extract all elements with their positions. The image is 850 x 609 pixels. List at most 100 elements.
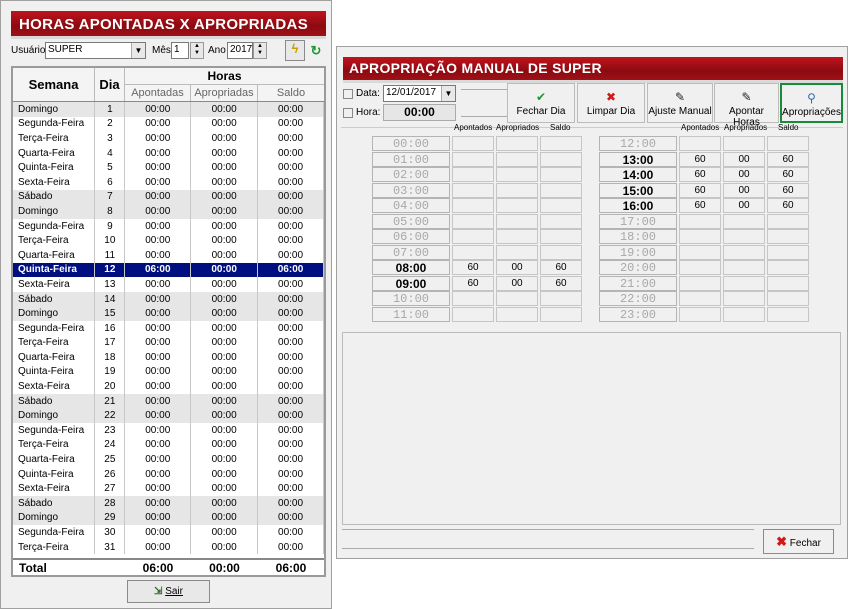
table-row[interactable]: Quinta-Feira 5 00:00 00:00 00:00 bbox=[13, 160, 324, 175]
day-apropriadas: 00:00 bbox=[190, 160, 259, 175]
table-row[interactable]: Quarta-Feira 25 00:00 00:00 00:00 bbox=[13, 452, 324, 467]
radio-hora[interactable] bbox=[343, 108, 353, 118]
table-row[interactable]: Domingo 1 00:00 00:00 00:00 bbox=[13, 102, 324, 117]
details-panel bbox=[342, 332, 841, 525]
table-row[interactable]: Segunda-Feira 30 00:00 00:00 00:00 bbox=[13, 525, 324, 540]
toolbar-label: Fechar Dia bbox=[516, 106, 566, 117]
table-row[interactable]: Sexta-Feira 13 00:00 00:00 00:00 bbox=[13, 277, 324, 292]
hour-button[interactable]: 08:00 bbox=[372, 260, 450, 275]
hour-apropriados bbox=[496, 136, 538, 151]
hour-button[interactable]: 23:00 bbox=[599, 306, 677, 322]
hour-button[interactable]: 00:00 bbox=[372, 136, 450, 151]
chevron-down-icon[interactable]: ▼ bbox=[131, 43, 145, 58]
table-row[interactable]: Domingo 8 00:00 00:00 00:00 bbox=[13, 204, 324, 219]
fechar-button[interactable]: ✖ Fechar bbox=[763, 529, 834, 554]
hour-apropriados bbox=[723, 213, 765, 229]
hour-button[interactable]: 16:00 bbox=[599, 198, 677, 213]
day-apropriadas: 00:00 bbox=[190, 393, 259, 409]
hour-saldo bbox=[540, 182, 582, 198]
lightning-button[interactable]: ϟ bbox=[285, 40, 305, 61]
table-row[interactable]: Sexta-Feira 6 00:00 00:00 00:00 bbox=[13, 174, 324, 190]
hour-button[interactable]: 15:00 bbox=[599, 182, 677, 198]
hour-button[interactable]: 20:00 bbox=[599, 260, 677, 275]
usuario-combo[interactable]: SUPER ▼ bbox=[45, 42, 146, 59]
table-row[interactable]: Sábado 28 00:00 00:00 00:00 bbox=[13, 496, 324, 511]
table-row[interactable]: Terça-Feira 31 00:00 00:00 00:00 bbox=[13, 539, 324, 555]
total-saldo: 06:00 bbox=[275, 561, 307, 575]
hora-field[interactable]: 00:00 bbox=[383, 104, 456, 121]
table-row[interactable]: Domingo 22 00:00 00:00 00:00 bbox=[13, 408, 324, 424]
table-row[interactable]: Sexta-Feira 20 00:00 00:00 00:00 bbox=[13, 379, 324, 394]
hour-button[interactable]: 10:00 bbox=[372, 291, 450, 306]
table-row[interactable]: Quarta-Feira 4 00:00 00:00 00:00 bbox=[13, 145, 324, 161]
table-row[interactable]: Quarta-Feira 18 00:00 00:00 00:00 bbox=[13, 350, 324, 365]
table-row[interactable]: Segunda-Feira 16 00:00 00:00 00:00 bbox=[13, 320, 324, 336]
ano-input[interactable]: 2017 bbox=[227, 42, 253, 59]
ano-stepper[interactable]: ▲ ▼ bbox=[253, 42, 267, 59]
data-combo[interactable]: 12/01/2017 ▼ bbox=[383, 85, 456, 102]
day-semana: Sábado bbox=[13, 291, 96, 307]
sair-button[interactable]: ⇲ Sair bbox=[127, 580, 210, 603]
hour-button[interactable]: 21:00 bbox=[599, 275, 677, 291]
table-row[interactable]: Terça-Feira 10 00:00 00:00 00:00 bbox=[13, 233, 324, 248]
toolbar-button-apropriações[interactable]: ⚲ Apropriações bbox=[780, 83, 843, 123]
table-row[interactable]: Sábado 7 00:00 00:00 00:00 bbox=[13, 189, 324, 205]
day-apontadas: 00:00 bbox=[124, 379, 192, 394]
day-apropriadas: 00:00 bbox=[190, 539, 259, 555]
table-row[interactable]: Domingo 15 00:00 00:00 00:00 bbox=[13, 306, 324, 321]
table-row[interactable]: Sábado 21 00:00 00:00 00:00 bbox=[13, 393, 324, 409]
table-row[interactable]: Segunda-Feira 2 00:00 00:00 00:00 bbox=[13, 116, 324, 132]
hour-button[interactable]: 03:00 bbox=[372, 182, 450, 198]
day-saldo: 06:00 bbox=[257, 262, 324, 278]
hour-button[interactable]: 18:00 bbox=[599, 229, 677, 244]
toolbar-button-limpar-dia[interactable]: ✖ Limpar Dia bbox=[577, 83, 645, 123]
hour-button[interactable]: 09:00 bbox=[372, 275, 450, 291]
hour-button[interactable]: 22:00 bbox=[599, 291, 677, 306]
hour-button[interactable]: 13:00 bbox=[599, 151, 677, 167]
day-semana: Sábado bbox=[13, 496, 96, 511]
days-table: Domingo 1 00:00 00:00 00:00 Segunda-Feira 2 00:… bbox=[13, 102, 324, 555]
toolbar-button-apontar-horas[interactable]: ✎ Apontar Horas bbox=[714, 83, 779, 128]
day-semana: Domingo bbox=[13, 306, 96, 321]
mes-stepper[interactable]: ▲ ▼ bbox=[190, 42, 204, 59]
table-row[interactable]: Quinta-Feira 19 00:00 00:00 00:00 bbox=[13, 364, 324, 380]
hour-button[interactable]: 02:00 bbox=[372, 167, 450, 182]
mes-input[interactable]: 1 bbox=[171, 42, 189, 59]
day-apontadas: 00:00 bbox=[124, 481, 192, 497]
toolbar-button-fechar-dia[interactable]: ✔ Fechar Dia bbox=[507, 83, 575, 123]
hour-button[interactable]: 05:00 bbox=[372, 213, 450, 229]
hour-button[interactable]: 06:00 bbox=[372, 229, 450, 244]
table-row[interactable]: Terça-Feira 17 00:00 00:00 00:00 bbox=[13, 335, 324, 351]
hour-button[interactable]: 11:00 bbox=[372, 306, 450, 322]
toolbar-button-ajuste-manual[interactable]: ✎ Ajuste Manual bbox=[647, 83, 713, 123]
hour-saldo bbox=[540, 198, 582, 213]
hour-saldo bbox=[540, 306, 582, 322]
hour-button[interactable]: 19:00 bbox=[599, 244, 677, 260]
table-row[interactable]: Sexta-Feira 27 00:00 00:00 00:00 bbox=[13, 481, 324, 497]
table-row[interactable]: Segunda-Feira 9 00:00 00:00 00:00 bbox=[13, 218, 324, 234]
chevron-down-icon[interactable]: ▼ bbox=[441, 86, 455, 101]
table-row[interactable]: Quinta-Feira 12 06:00 00:00 06:00 bbox=[13, 262, 324, 278]
radio-data[interactable] bbox=[343, 89, 353, 99]
day-number: 28 bbox=[94, 496, 126, 511]
table-row[interactable]: Quarta-Feira 11 00:00 00:00 00:00 bbox=[13, 247, 324, 263]
table-row[interactable]: Quinta-Feira 26 00:00 00:00 00:00 bbox=[13, 466, 324, 482]
hour-button[interactable]: 04:00 bbox=[372, 198, 450, 213]
table-row[interactable]: Segunda-Feira 23 00:00 00:00 00:00 bbox=[13, 423, 324, 438]
hour-button[interactable]: 14:00 bbox=[599, 167, 677, 182]
table-row[interactable]: Terça-Feira 3 00:00 00:00 00:00 bbox=[13, 131, 324, 146]
day-apropriadas: 00:00 bbox=[190, 262, 259, 278]
hour-apropriados bbox=[496, 213, 538, 229]
grid-body: Domingo 1 00:00 00:00 00:00 Segunda-Feira 2 00:… bbox=[13, 102, 324, 555]
hour-button[interactable]: 07:00 bbox=[372, 244, 450, 260]
table-row[interactable]: Terça-Feira 24 00:00 00:00 00:00 bbox=[13, 437, 324, 453]
hour-button[interactable]: 17:00 bbox=[599, 213, 677, 229]
table-row[interactable]: Sábado 14 00:00 00:00 00:00 bbox=[13, 291, 324, 307]
table-row[interactable]: Domingo 29 00:00 00:00 00:00 bbox=[13, 510, 324, 526]
hour-apontados bbox=[679, 136, 721, 151]
refresh-button[interactable]: ↻ bbox=[309, 43, 323, 59]
hour-button[interactable]: 12:00 bbox=[599, 136, 677, 151]
day-semana: Quinta-Feira bbox=[13, 160, 96, 175]
hour-button[interactable]: 01:00 bbox=[372, 151, 450, 167]
hour-saldo bbox=[540, 136, 582, 151]
